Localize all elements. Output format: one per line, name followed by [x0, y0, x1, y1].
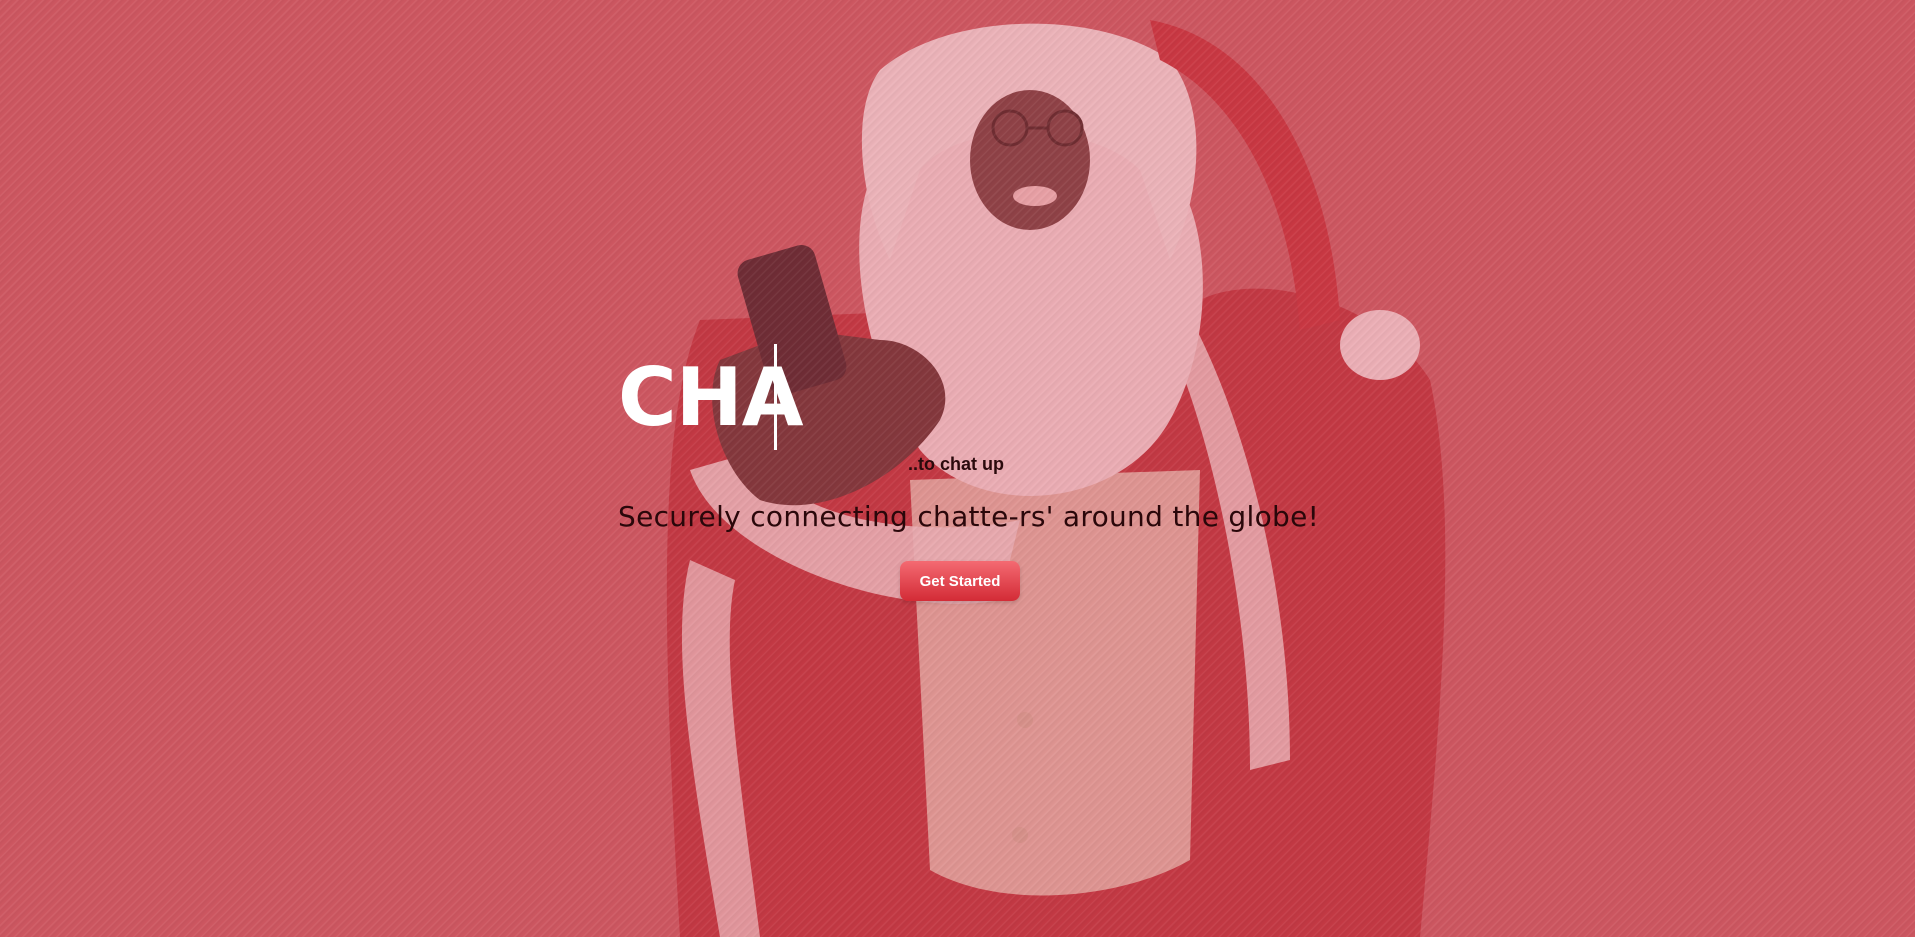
brand-row: CHA ..to chat up: [618, 340, 1318, 474]
hero-content: CHA ..to chat up Securely connecting cha…: [618, 340, 1319, 601]
typing-caret: [774, 344, 777, 450]
hero-subtitle: Securely connecting chatte-rs' around th…: [618, 500, 1320, 533]
get-started-button[interactable]: Get Started: [900, 561, 1020, 601]
brand-tagline: ..to chat up: [908, 454, 1004, 474]
hero-section: CHA ..to chat up Securely connecting cha…: [0, 0, 1915, 937]
